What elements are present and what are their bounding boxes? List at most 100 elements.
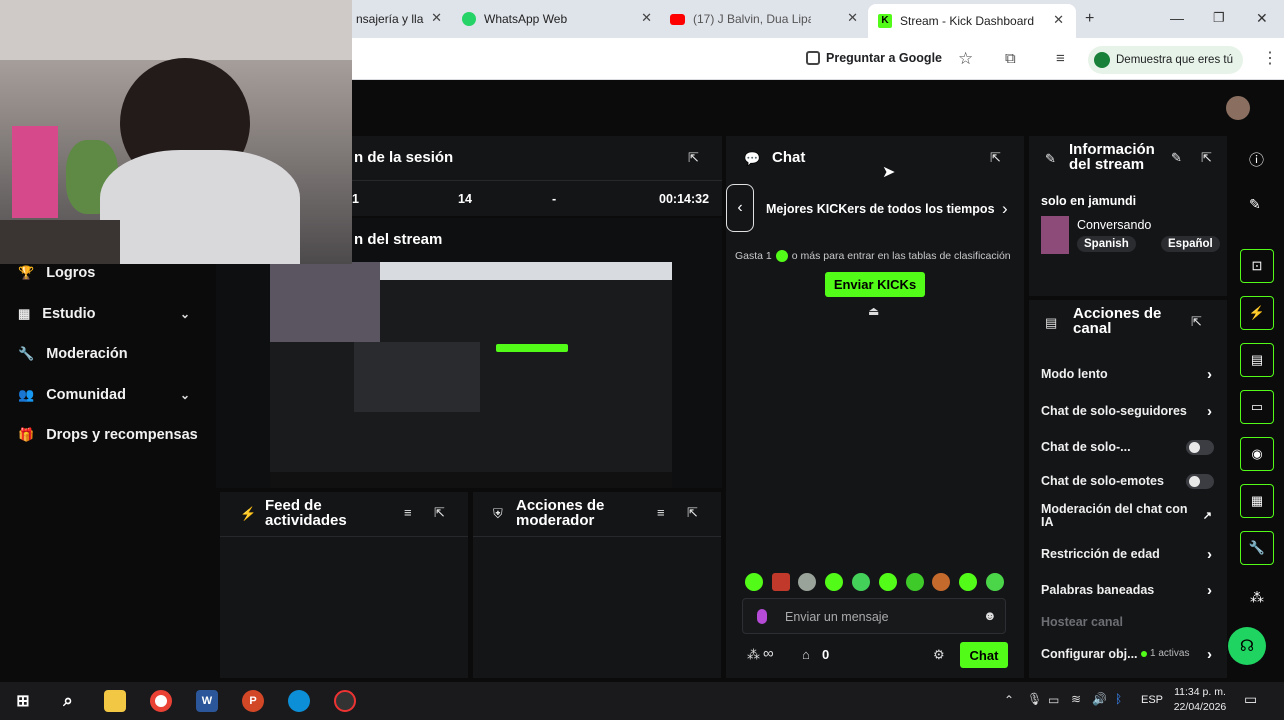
emote-icon[interactable] [745, 573, 763, 591]
status-dot-icon [1141, 650, 1147, 657]
restore-icon[interactable]: ❐ [1213, 10, 1225, 26]
stream-video[interactable] [270, 262, 672, 488]
collapse-icon[interactable]: ⏏ [868, 304, 879, 318]
user-avatar[interactable] [1226, 96, 1250, 120]
emote-icon[interactable] [852, 573, 870, 591]
filter-icon[interactable]: ≡ [404, 505, 412, 520]
close-icon[interactable]: ✕ [847, 10, 858, 26]
word-icon[interactable]: W [196, 690, 218, 712]
filter-icon[interactable]: ≡ [657, 505, 665, 520]
popout-icon[interactable]: ⇱ [1201, 150, 1212, 166]
emoji-icon[interactable]: ☻ [983, 608, 997, 623]
popout-icon[interactable]: ⇱ [990, 150, 1001, 166]
emotes-only-toggle[interactable] [1186, 473, 1214, 489]
support-chat-button[interactable]: ☊ [1228, 627, 1266, 665]
bolt-icon: ⚡ [240, 506, 257, 521]
gift-box-icon[interactable]: ⌂ [802, 647, 810, 662]
popout-icon[interactable]: ⇱ [1191, 314, 1202, 330]
gear-icon[interactable]: ⚙ [933, 647, 945, 663]
emote-icon[interactable] [825, 573, 843, 591]
action-followers-only[interactable]: Chat de solo-seguidores › [1041, 403, 1216, 420]
sidebar-item-estudio[interactable]: ▦ Estudio ⌄ [18, 306, 190, 322]
emote-icon[interactable] [879, 573, 897, 591]
close-icon[interactable]: ✕ [641, 10, 652, 26]
bluetooth-icon[interactable]: ᛒ [1115, 692, 1122, 706]
chat-widget-button[interactable]: ▭ [1240, 390, 1274, 424]
share-icon[interactable]: ⁂ [1250, 589, 1264, 606]
new-tab-icon[interactable]: + [1085, 10, 1094, 28]
emote-icon[interactable] [932, 573, 950, 591]
subs-only-toggle[interactable] [1186, 439, 1214, 455]
studio-icon: ▦ [18, 306, 31, 321]
chrome-icon[interactable] [150, 690, 172, 712]
volume-icon[interactable]: 🔊 [1092, 692, 1107, 706]
notes-widget-button[interactable]: ▤ [1240, 343, 1274, 377]
camera-widget-button[interactable]: ⊡ [1240, 249, 1274, 283]
edge-icon[interactable] [288, 690, 310, 712]
edit-icon[interactable]: ✎ [1171, 150, 1182, 166]
tools-widget-button[interactable]: 🔧 [1240, 531, 1274, 565]
action-label: Hostear canal [1041, 615, 1123, 629]
emote-icon[interactable] [906, 573, 924, 591]
window-close-icon[interactable]: ✕ [1256, 10, 1268, 27]
minimize-icon[interactable]: — [1170, 10, 1184, 26]
pencil-icon[interactable]: ✎ [1249, 196, 1261, 213]
close-icon[interactable]: ✕ [1053, 12, 1064, 28]
activity-widget-button[interactable]: ⚡ [1240, 296, 1274, 330]
popout-icon[interactable]: ⇱ [688, 150, 699, 166]
close-icon[interactable]: ✕ [431, 10, 442, 26]
channel-widget-button[interactable]: ▦ [1240, 484, 1274, 518]
tab-whatsapp[interactable]: WhatsApp Web ✕ [462, 6, 652, 32]
powerpoint-icon[interactable]: P [242, 690, 264, 712]
moderator-actions-panel: ⛨ Acciones de moderador ≡ ⇱ [473, 492, 721, 678]
sidebar-item-comunidad[interactable]: 👥 Comunidad ⌄ [18, 387, 190, 403]
action-ai-moderation[interactable]: Moderación del chat con IA ↗ [1041, 503, 1216, 529]
emote-icon[interactable] [798, 573, 816, 591]
clock-time[interactable]: 11:34 p. m. [1172, 686, 1228, 698]
sidebar-item-drops[interactable]: 🎁 Drops y recompensas [18, 427, 198, 443]
sidebar-item-moderacion[interactable]: 🔧 Moderación [18, 346, 128, 362]
tag-badge[interactable]: Español [1161, 236, 1220, 252]
popout-icon[interactable]: ⇱ [687, 505, 698, 521]
obs-icon[interactable] [334, 690, 356, 712]
action-age-restriction[interactable]: Restricción de edad › [1041, 546, 1216, 563]
action-slow-mode[interactable]: Modo lento › [1041, 366, 1216, 383]
leaderboard-next-button[interactable]: › [1002, 199, 1008, 219]
tab-messaging[interactable]: nsajería y lla ✕ [356, 6, 442, 32]
emote-icon[interactable] [772, 573, 790, 591]
chat-input[interactable]: Enviar un mensaje ☻ [742, 598, 1006, 634]
popout-icon[interactable]: ⇱ [434, 505, 445, 521]
leaderboard-prev-button[interactable]: ‹ [726, 184, 754, 232]
tag-badge[interactable]: Spanish [1077, 236, 1136, 252]
sidebar-item-label: Estudio [42, 306, 96, 322]
bookmark-star-icon[interactable]: ☆ [958, 49, 973, 69]
share-icon[interactable]: ⁂ [747, 647, 760, 663]
extensions-icon[interactable]: ⧉ [1005, 50, 1016, 67]
media-control-icon[interactable]: ≡ [1056, 50, 1065, 67]
windows-start-icon[interactable]: ⊞ [12, 690, 34, 712]
profile-button[interactable]: Demuestra que eres tú [1088, 46, 1243, 74]
emote-icon[interactable] [959, 573, 977, 591]
language-indicator[interactable]: ESP [1141, 694, 1163, 706]
tray-chevron-icon[interactable]: ⌃ [1004, 693, 1014, 707]
tab-youtube[interactable]: (17) J Balvin, Dua Lipa, B ✕ [670, 6, 858, 32]
ask-google-button[interactable]: Preguntar a Google [806, 51, 942, 65]
sidebar-item-logros[interactable]: 🏆 Logros [18, 265, 95, 281]
search-icon[interactable]: ⌕ [57, 690, 79, 712]
kebab-menu-icon[interactable]: ⋮ [1262, 48, 1278, 68]
action-goals[interactable]: Configurar obj... 1 activas › [1041, 646, 1216, 663]
wifi-icon[interactable]: ≋ [1071, 692, 1081, 706]
mic-icon[interactable] [757, 609, 767, 624]
chat-send-button[interactable]: Chat [960, 642, 1008, 668]
send-kicks-button[interactable]: Enviar KICKs [825, 272, 925, 297]
action-banned-words[interactable]: Palabras baneadas › [1041, 582, 1216, 599]
emote-icon[interactable] [986, 573, 1004, 591]
broadcast-widget-button[interactable]: ◉ [1240, 437, 1274, 471]
clock-date[interactable]: 22/04/2026 [1172, 701, 1228, 713]
tab-kick-dashboard[interactable]: K Stream - Kick Dashboard ✕ [868, 4, 1076, 38]
file-explorer-icon[interactable] [104, 690, 126, 712]
battery-icon[interactable]: ▭ [1048, 693, 1059, 707]
mic-icon[interactable]: 🎙 [1027, 692, 1042, 706]
info-icon[interactable]: ⓘ [1249, 149, 1264, 170]
notifications-icon[interactable]: ▭ [1244, 691, 1257, 708]
